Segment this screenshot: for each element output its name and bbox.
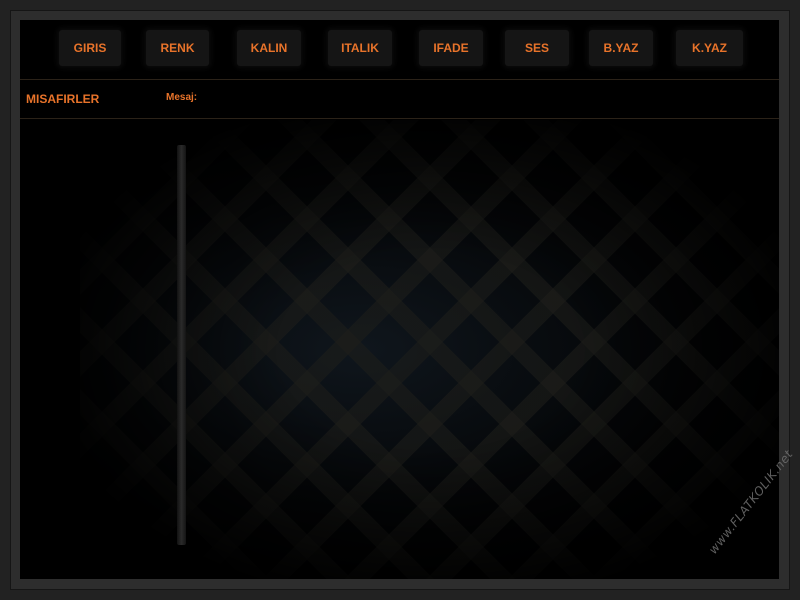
- guest-list-scrollbar[interactable]: [177, 145, 186, 545]
- toolbar: GIRIS RENK KALIN ITALIK IFADE SES B.YAZ …: [20, 20, 779, 78]
- giris-button[interactable]: GIRIS: [59, 30, 121, 66]
- message-label: Mesaj:: [166, 92, 198, 103]
- info-row: MISAFIRLER Mesaj:: [20, 80, 779, 118]
- guest-list[interactable]: [20, 119, 175, 579]
- k-yaz-button[interactable]: K.YAZ: [676, 30, 743, 66]
- message-input[interactable]: [202, 88, 766, 110]
- renk-button[interactable]: RENK: [146, 30, 209, 66]
- ifade-button[interactable]: IFADE: [419, 30, 483, 66]
- ses-button[interactable]: SES: [505, 30, 569, 66]
- guests-title: MISAFIRLER: [26, 92, 100, 106]
- kalin-button[interactable]: KALIN: [237, 30, 301, 66]
- italik-button[interactable]: ITALIK: [328, 30, 392, 66]
- chat-messages-area[interactable]: [190, 119, 779, 579]
- b-yaz-button[interactable]: B.YAZ: [589, 30, 653, 66]
